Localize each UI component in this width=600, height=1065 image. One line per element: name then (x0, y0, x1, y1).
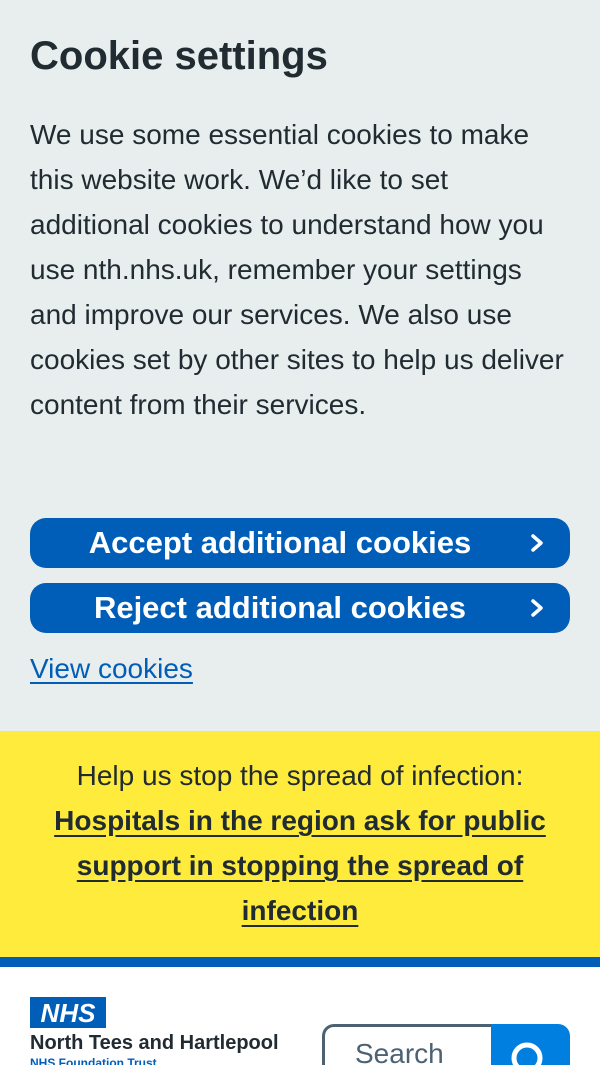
accept-cookies-button[interactable]: Accept additional cookies (30, 518, 570, 568)
cookie-banner-title: Cookie settings (30, 34, 328, 78)
search-icon (511, 1042, 543, 1065)
nhs-logo[interactable]: NHS (30, 997, 106, 1028)
organisation-name: North Tees and Hartlepool (30, 1032, 279, 1054)
search-button[interactable] (491, 1024, 570, 1065)
view-cookies-link[interactable]: View cookies (30, 649, 193, 689)
search-input[interactable] (322, 1024, 494, 1065)
svg-text:NHS: NHS (41, 998, 97, 1028)
organisation-subtitle: NHS Foundation Trust (30, 1056, 157, 1065)
reject-cookies-button[interactable]: Reject additional cookies (30, 583, 570, 633)
site-header: NHS North Tees and Hartlepool NHS Founda… (0, 967, 600, 1065)
alert-news-link[interactable]: Hospitals in the region ask for public s… (30, 798, 570, 933)
chevron-right-icon (531, 599, 543, 617)
header-divider (0, 957, 600, 967)
reject-cookies-label: Reject additional cookies (93, 590, 467, 625)
alert-intro-text: Help us stop the spread of infection: (76, 760, 524, 791)
chevron-right-icon (531, 534, 543, 552)
accept-cookies-label: Accept additional cookies (88, 525, 472, 560)
cookie-banner-text: We use some essential cookies to make th… (30, 119, 564, 420)
